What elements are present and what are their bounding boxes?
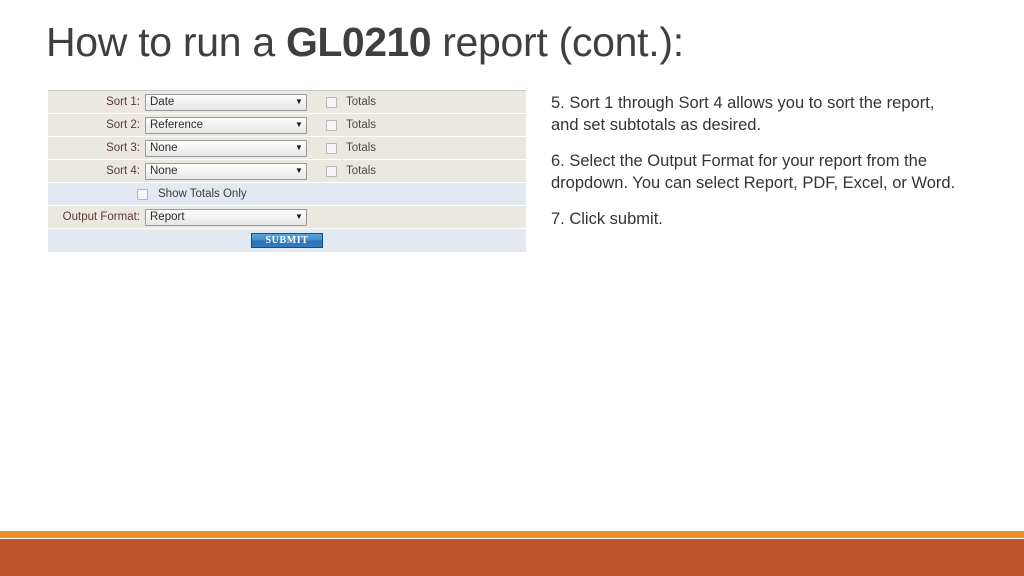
sort-4-totals-label: Totals — [346, 165, 377, 177]
chevron-down-icon: ▼ — [295, 143, 303, 152]
sort-1-totals-checkbox[interactable] — [326, 96, 337, 108]
show-totals-only-checkbox[interactable] — [137, 188, 148, 200]
sort-4-label: Sort 4: — [106, 165, 140, 177]
sort-2-totals-group: Totals — [326, 119, 376, 131]
sort-4-value: None — [150, 165, 178, 177]
page-title-text-before: How to run a — [46, 19, 286, 65]
sort-3-totals-label: Totals — [346, 142, 377, 154]
note-step-6: 6. Select the Output Format for your rep… — [551, 152, 956, 192]
submit-button[interactable]: SUBMIT — [251, 233, 323, 248]
sort-2-totals-label: Totals — [346, 119, 377, 131]
footer-accent-bar-light — [0, 531, 1024, 538]
sort-3-totals-group: Totals — [326, 142, 376, 154]
form-row-sort-4: Sort 4: None ▼ Totals — [48, 160, 526, 183]
sort-2-value: Reference — [150, 119, 204, 131]
sort-2-select[interactable]: Reference ▼ — [145, 116, 307, 134]
sort-2-label: Sort 2: — [106, 119, 140, 131]
chevron-down-icon: ▼ — [295, 166, 303, 175]
form-row-show-totals-only: Show Totals Only — [48, 183, 526, 206]
sort-4-totals-checkbox[interactable] — [326, 165, 337, 177]
sort-4-select[interactable]: None ▼ — [145, 162, 307, 180]
sort-1-value: Date — [150, 96, 175, 108]
chevron-down-icon: ▼ — [295, 120, 303, 129]
report-options-form: Sort 1: Date ▼ Totals Sort 2: Reference … — [48, 90, 526, 253]
output-format-select[interactable]: Report ▼ — [145, 208, 307, 226]
form-row-submit: SUBMIT — [48, 229, 526, 253]
sort-3-label: Sort 3: — [106, 142, 140, 154]
sort-1-select[interactable]: Date ▼ — [145, 93, 307, 111]
form-row-sort-2: Sort 2: Reference ▼ Totals — [48, 114, 526, 137]
note-step-7: 7. Click submit. — [551, 210, 663, 228]
output-format-value: Report — [150, 211, 185, 223]
chevron-down-icon: ▼ — [295, 97, 303, 106]
show-totals-only-label: Show Totals Only — [158, 188, 247, 200]
sort-1-label: Sort 1: — [106, 96, 140, 108]
note-step-5: 5. Sort 1 through Sort 4 allows you to s… — [551, 94, 935, 134]
sort-4-totals-group: Totals — [326, 165, 376, 177]
page-title-report-code: GL0210 — [285, 19, 432, 65]
sort-1-totals-group: Totals — [326, 96, 376, 108]
form-row-sort-3: Sort 3: None ▼ Totals — [48, 137, 526, 160]
form-row-sort-1: Sort 1: Date ▼ Totals — [48, 91, 526, 114]
sort-2-totals-checkbox[interactable] — [326, 119, 337, 131]
sort-1-totals-label: Totals — [346, 96, 377, 108]
sort-3-select[interactable]: None ▼ — [145, 139, 307, 157]
form-row-output-format: Output Format: Report ▼ — [48, 206, 526, 229]
page-title: How to run a GL0210 report (cont.): — [46, 18, 684, 66]
sort-3-totals-checkbox[interactable] — [326, 142, 337, 154]
page-title-text-after: report (cont.): — [431, 19, 684, 65]
instruction-notes: 5. Sort 1 through Sort 4 allows you to s… — [551, 92, 957, 230]
output-format-label: Output Format: — [62, 211, 140, 223]
sort-3-value: None — [150, 142, 178, 154]
chevron-down-icon: ▼ — [295, 212, 303, 221]
footer-accent-bar-dark — [0, 539, 1024, 576]
